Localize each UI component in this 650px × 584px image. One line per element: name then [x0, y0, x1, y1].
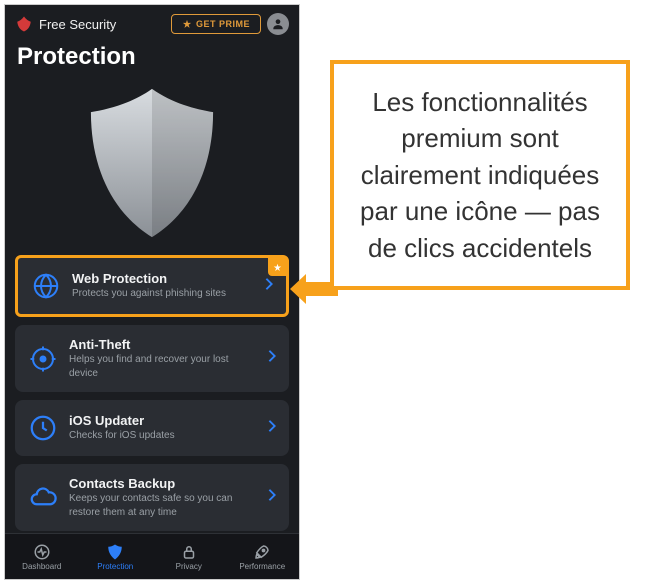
bottom-tab-bar: Dashboard Protection Privacy Performance: [5, 533, 299, 579]
premium-badge-icon: [268, 258, 286, 276]
feature-item-web-protection[interactable]: Web Protection Protects you against phis…: [15, 255, 289, 317]
feature-subtitle: Keeps your contacts safe so you can rest…: [69, 492, 257, 519]
tab-label: Performance: [239, 562, 285, 571]
protection-feature-list: Web Protection Protects you against phis…: [5, 255, 299, 531]
feature-item-body: Web Protection Protects you against phis…: [72, 271, 254, 301]
tab-protection[interactable]: Protection: [79, 534, 153, 579]
shield-icon: [106, 543, 124, 561]
callout-text: Les fonctionnalités premium sont clairem…: [360, 87, 600, 263]
refresh-icon: [27, 412, 59, 444]
chevron-right-icon: [267, 488, 277, 507]
tab-label: Dashboard: [22, 562, 61, 571]
tab-privacy[interactable]: Privacy: [152, 534, 226, 579]
tab-dashboard[interactable]: Dashboard: [5, 534, 79, 579]
feature-subtitle: Checks for iOS updates: [69, 429, 257, 443]
feature-item-ios-updater[interactable]: iOS Updater Checks for iOS updates: [15, 400, 289, 456]
feature-item-anti-theft[interactable]: Anti-Theft Helps you find and recover yo…: [15, 325, 289, 392]
feature-title: Anti-Theft: [69, 337, 257, 352]
page-title: Protection: [5, 39, 299, 79]
feature-subtitle: Protects you against phishing sites: [72, 287, 254, 301]
feature-title: iOS Updater: [69, 413, 257, 428]
app-window: Free Security GET PRIME Protection: [4, 4, 300, 580]
annotation-callout: Les fonctionnalités premium sont clairem…: [330, 60, 630, 290]
chevron-right-icon: [267, 349, 277, 368]
lock-icon: [180, 543, 198, 561]
get-prime-label: GET PRIME: [196, 19, 250, 29]
rocket-icon: [253, 543, 271, 561]
globe-icon: [30, 270, 62, 302]
account-avatar-button[interactable]: [267, 13, 289, 35]
feature-item-body: Anti-Theft Helps you find and recover yo…: [69, 337, 257, 380]
cloud-icon: [27, 482, 59, 514]
tab-performance[interactable]: Performance: [226, 534, 300, 579]
tab-label: Protection: [97, 562, 133, 571]
get-prime-button[interactable]: GET PRIME: [171, 14, 261, 34]
tab-label: Privacy: [176, 562, 202, 571]
app-header: Free Security GET PRIME: [5, 5, 299, 39]
feature-subtitle: Helps you find and recover your lost dev…: [69, 353, 257, 380]
feature-item-contacts-backup[interactable]: Contacts Backup Keeps your contacts safe…: [15, 464, 289, 531]
chevron-right-icon: [264, 277, 274, 296]
feature-item-body: Contacts Backup Keeps your contacts safe…: [69, 476, 257, 519]
feature-item-body: iOS Updater Checks for iOS updates: [69, 413, 257, 443]
feature-title: Contacts Backup: [69, 476, 257, 491]
protection-shield-graphic: [5, 79, 299, 255]
target-icon: [27, 343, 59, 375]
app-name: Free Security: [39, 17, 165, 32]
pulse-icon: [33, 543, 51, 561]
chevron-right-icon: [267, 419, 277, 438]
avira-logo-icon: [15, 15, 33, 33]
feature-title: Web Protection: [72, 271, 254, 286]
